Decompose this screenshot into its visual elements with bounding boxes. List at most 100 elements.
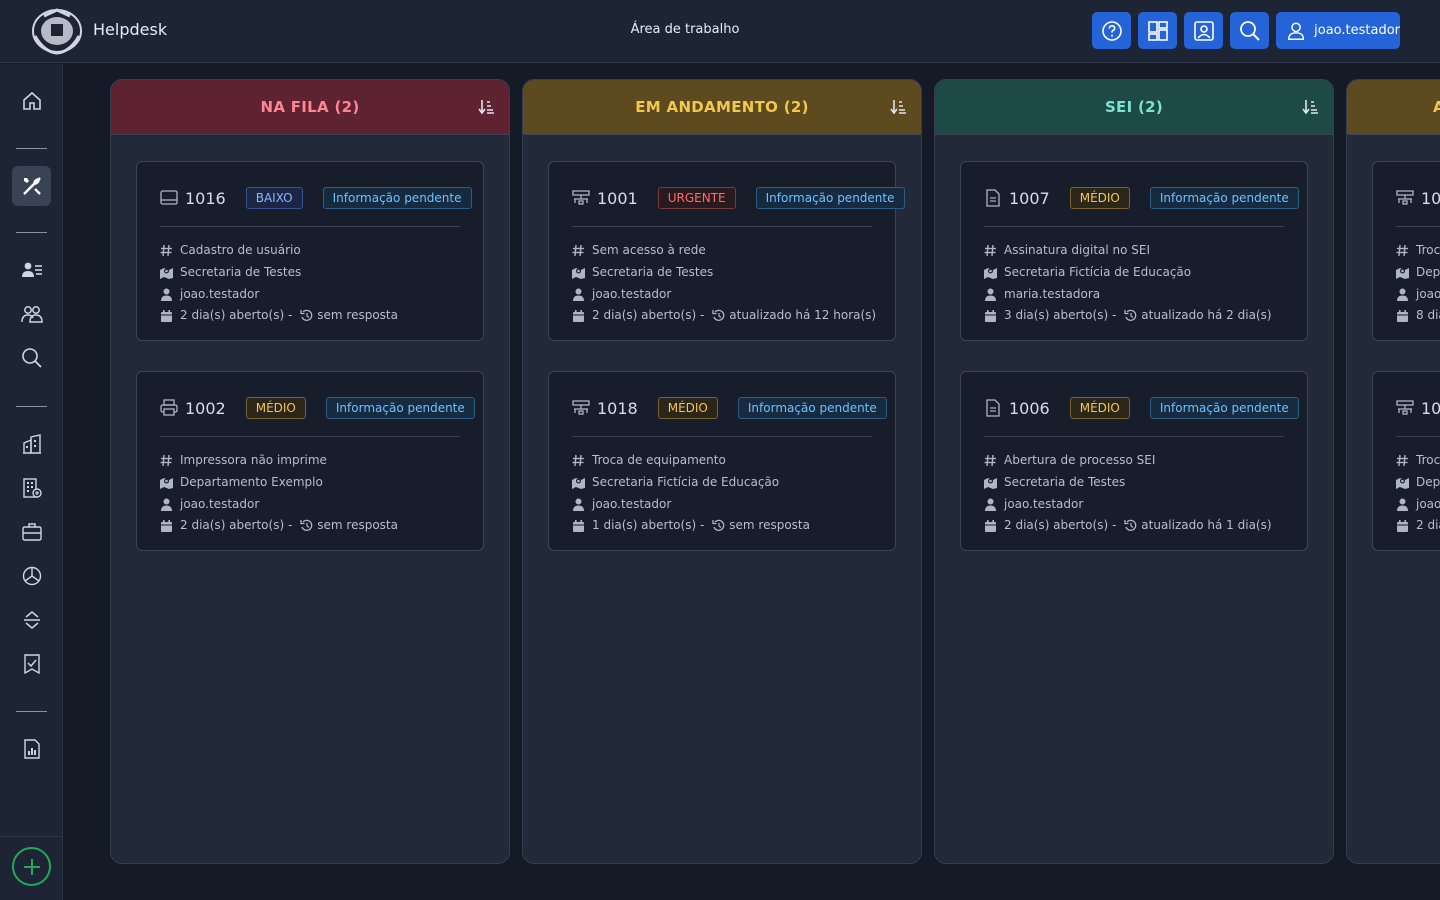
ticket-user: joao.testador [592, 287, 672, 301]
ticket-card[interactable]: 1002 MÉDIO Informação pendente Impressor… [136, 371, 484, 551]
ticket-card[interactable]: 1016 BAIXO Informação pendente Cadastro … [136, 161, 484, 341]
sidebar-divider [16, 232, 47, 233]
top-bar: Helpdesk Área de trabalho joao.testador [0, 0, 1440, 63]
ticket-number: 1001 [597, 188, 638, 208]
card-divider [160, 226, 460, 227]
user-icon [1397, 498, 1408, 511]
portrait-button[interactable] [1184, 12, 1223, 49]
column-header: A [1347, 80, 1440, 135]
pie-chart-icon [22, 566, 41, 586]
sidebar-item-users[interactable] [12, 294, 51, 334]
ticket-opened: 2 dia [1416, 518, 1440, 532]
ticket-user: joao.testador [180, 287, 260, 301]
search-button[interactable] [1230, 12, 1269, 49]
tools-icon [22, 177, 41, 195]
map-icon [984, 477, 997, 489]
ticket-user: joao. [1416, 497, 1440, 511]
ticket-opened: 1 dia(s) aberto(s) - [592, 518, 705, 532]
calendar-icon [984, 309, 997, 322]
sidebar-item-report[interactable] [12, 729, 51, 769]
sidebar-divider [16, 406, 47, 407]
history-icon [1124, 518, 1137, 531]
add-ticket-button[interactable] [12, 847, 51, 886]
ticket-department: Secretaria de Testes [592, 265, 714, 279]
map-icon [160, 477, 173, 489]
priority-badge: MÉDIO [245, 397, 306, 419]
ticket-card[interactable]: 1001 URGENTE Informação pendente Sem ace… [548, 161, 905, 341]
dashboard-button[interactable] [1138, 12, 1177, 49]
sidebar-item-home[interactable] [12, 81, 51, 121]
sidebar-item-bookmark-check[interactable] [12, 644, 51, 684]
map-icon [572, 267, 585, 279]
ticket-opened: 8 dia [1416, 308, 1440, 322]
ticket-department: Dep [1416, 265, 1440, 279]
card-divider [572, 226, 872, 227]
sidebar-item-user-list[interactable] [12, 250, 51, 290]
sidebar-item-search[interactable] [12, 338, 51, 378]
ticket-opened: 2 dia(s) aberto(s) - [180, 308, 293, 322]
sidebar-bottom-divider [0, 836, 63, 837]
ticket-department: Departamento Exemplo [180, 475, 323, 489]
column-title: A [1433, 98, 1440, 116]
expand-collapse-icon [23, 611, 40, 629]
sidebar-item-building[interactable] [12, 424, 51, 464]
history-icon [712, 518, 725, 531]
user-menu-button[interactable]: joao.testador [1276, 12, 1400, 49]
hash-icon [572, 243, 585, 257]
ticket-card[interactable]: 10 Troc Dep joao. 8 dia [1372, 161, 1440, 341]
priority-badge: MÉDIO [1069, 187, 1130, 209]
help-icon [1101, 20, 1122, 41]
sidebar-divider [16, 148, 47, 149]
user-icon [985, 288, 996, 301]
printer-icon [160, 399, 178, 416]
ticket-number: 1002 [185, 398, 226, 418]
ticket-card[interactable]: 1006 MÉDIO Informação pendente Abertura … [960, 371, 1308, 551]
ticket-department: Secretaria de Testes [1004, 475, 1126, 489]
priority-badge: URGENTE [657, 187, 736, 209]
hash-icon [1396, 453, 1409, 467]
ticket-updated: atualizado há 2 dia(s) [1141, 308, 1272, 322]
ticket-card[interactable]: 1018 MÉDIO Informação pendente Troca de … [548, 371, 896, 551]
sidebar-item-expand-collapse[interactable] [12, 600, 51, 640]
ticket-number: 1007 [1009, 188, 1050, 208]
ticket-user: joao.testador [1004, 497, 1084, 511]
card-divider [1396, 436, 1440, 437]
sort-icon[interactable] [478, 99, 494, 115]
ticket-updated: sem resposta [729, 518, 810, 532]
ticket-subject: Troca de equipamento [592, 453, 726, 467]
ticket-department: Secretaria de Testes [180, 265, 302, 279]
column-title: EM ANDAMENTO (2) [635, 98, 809, 116]
sidebar-item-pie-chart[interactable] [12, 556, 51, 596]
column-na-fila: NA FILA (2) 1016 BAIXO Informação penden… [110, 79, 510, 864]
map-icon [1396, 267, 1409, 279]
ticket-number: 10 [1421, 188, 1440, 208]
sort-icon[interactable] [890, 99, 906, 115]
card-divider [1396, 226, 1440, 227]
user-icon [1288, 21, 1305, 40]
sidebar-item-briefcase[interactable] [12, 512, 51, 552]
card-divider [160, 436, 460, 437]
ticket-updated: sem resposta [317, 518, 398, 532]
dashboard-icon [1147, 20, 1168, 41]
user-icon [1397, 288, 1408, 301]
sidebar-item-tools[interactable] [12, 166, 51, 206]
column-header: EM ANDAMENTO (2) [523, 80, 921, 135]
sidebar-item-building-grid[interactable] [12, 468, 51, 508]
network-icon [1396, 400, 1414, 415]
user-icon [161, 498, 172, 511]
history-icon [300, 518, 313, 531]
status-badge: Informação pendente [755, 187, 905, 209]
ticket-number: 1006 [1009, 398, 1050, 418]
ticket-subject: Abertura de processo SEI [1004, 453, 1156, 467]
ticket-opened: 2 dia(s) aberto(s) - [1004, 518, 1117, 532]
building-grid-icon [22, 478, 42, 498]
ticket-subject: Sem acesso à rede [592, 243, 706, 257]
sidebar-divider [16, 711, 47, 712]
ticket-opened: 2 dia(s) aberto(s) - [180, 518, 293, 532]
ticket-card[interactable]: 1007 MÉDIO Informação pendente Assinatur… [960, 161, 1308, 341]
monitor-icon [160, 190, 178, 205]
card-divider [984, 436, 1284, 437]
ticket-card[interactable]: 10 Troc Dep joao. 2 dia [1372, 371, 1440, 551]
help-button[interactable] [1092, 12, 1131, 49]
sort-icon[interactable] [1302, 99, 1318, 115]
